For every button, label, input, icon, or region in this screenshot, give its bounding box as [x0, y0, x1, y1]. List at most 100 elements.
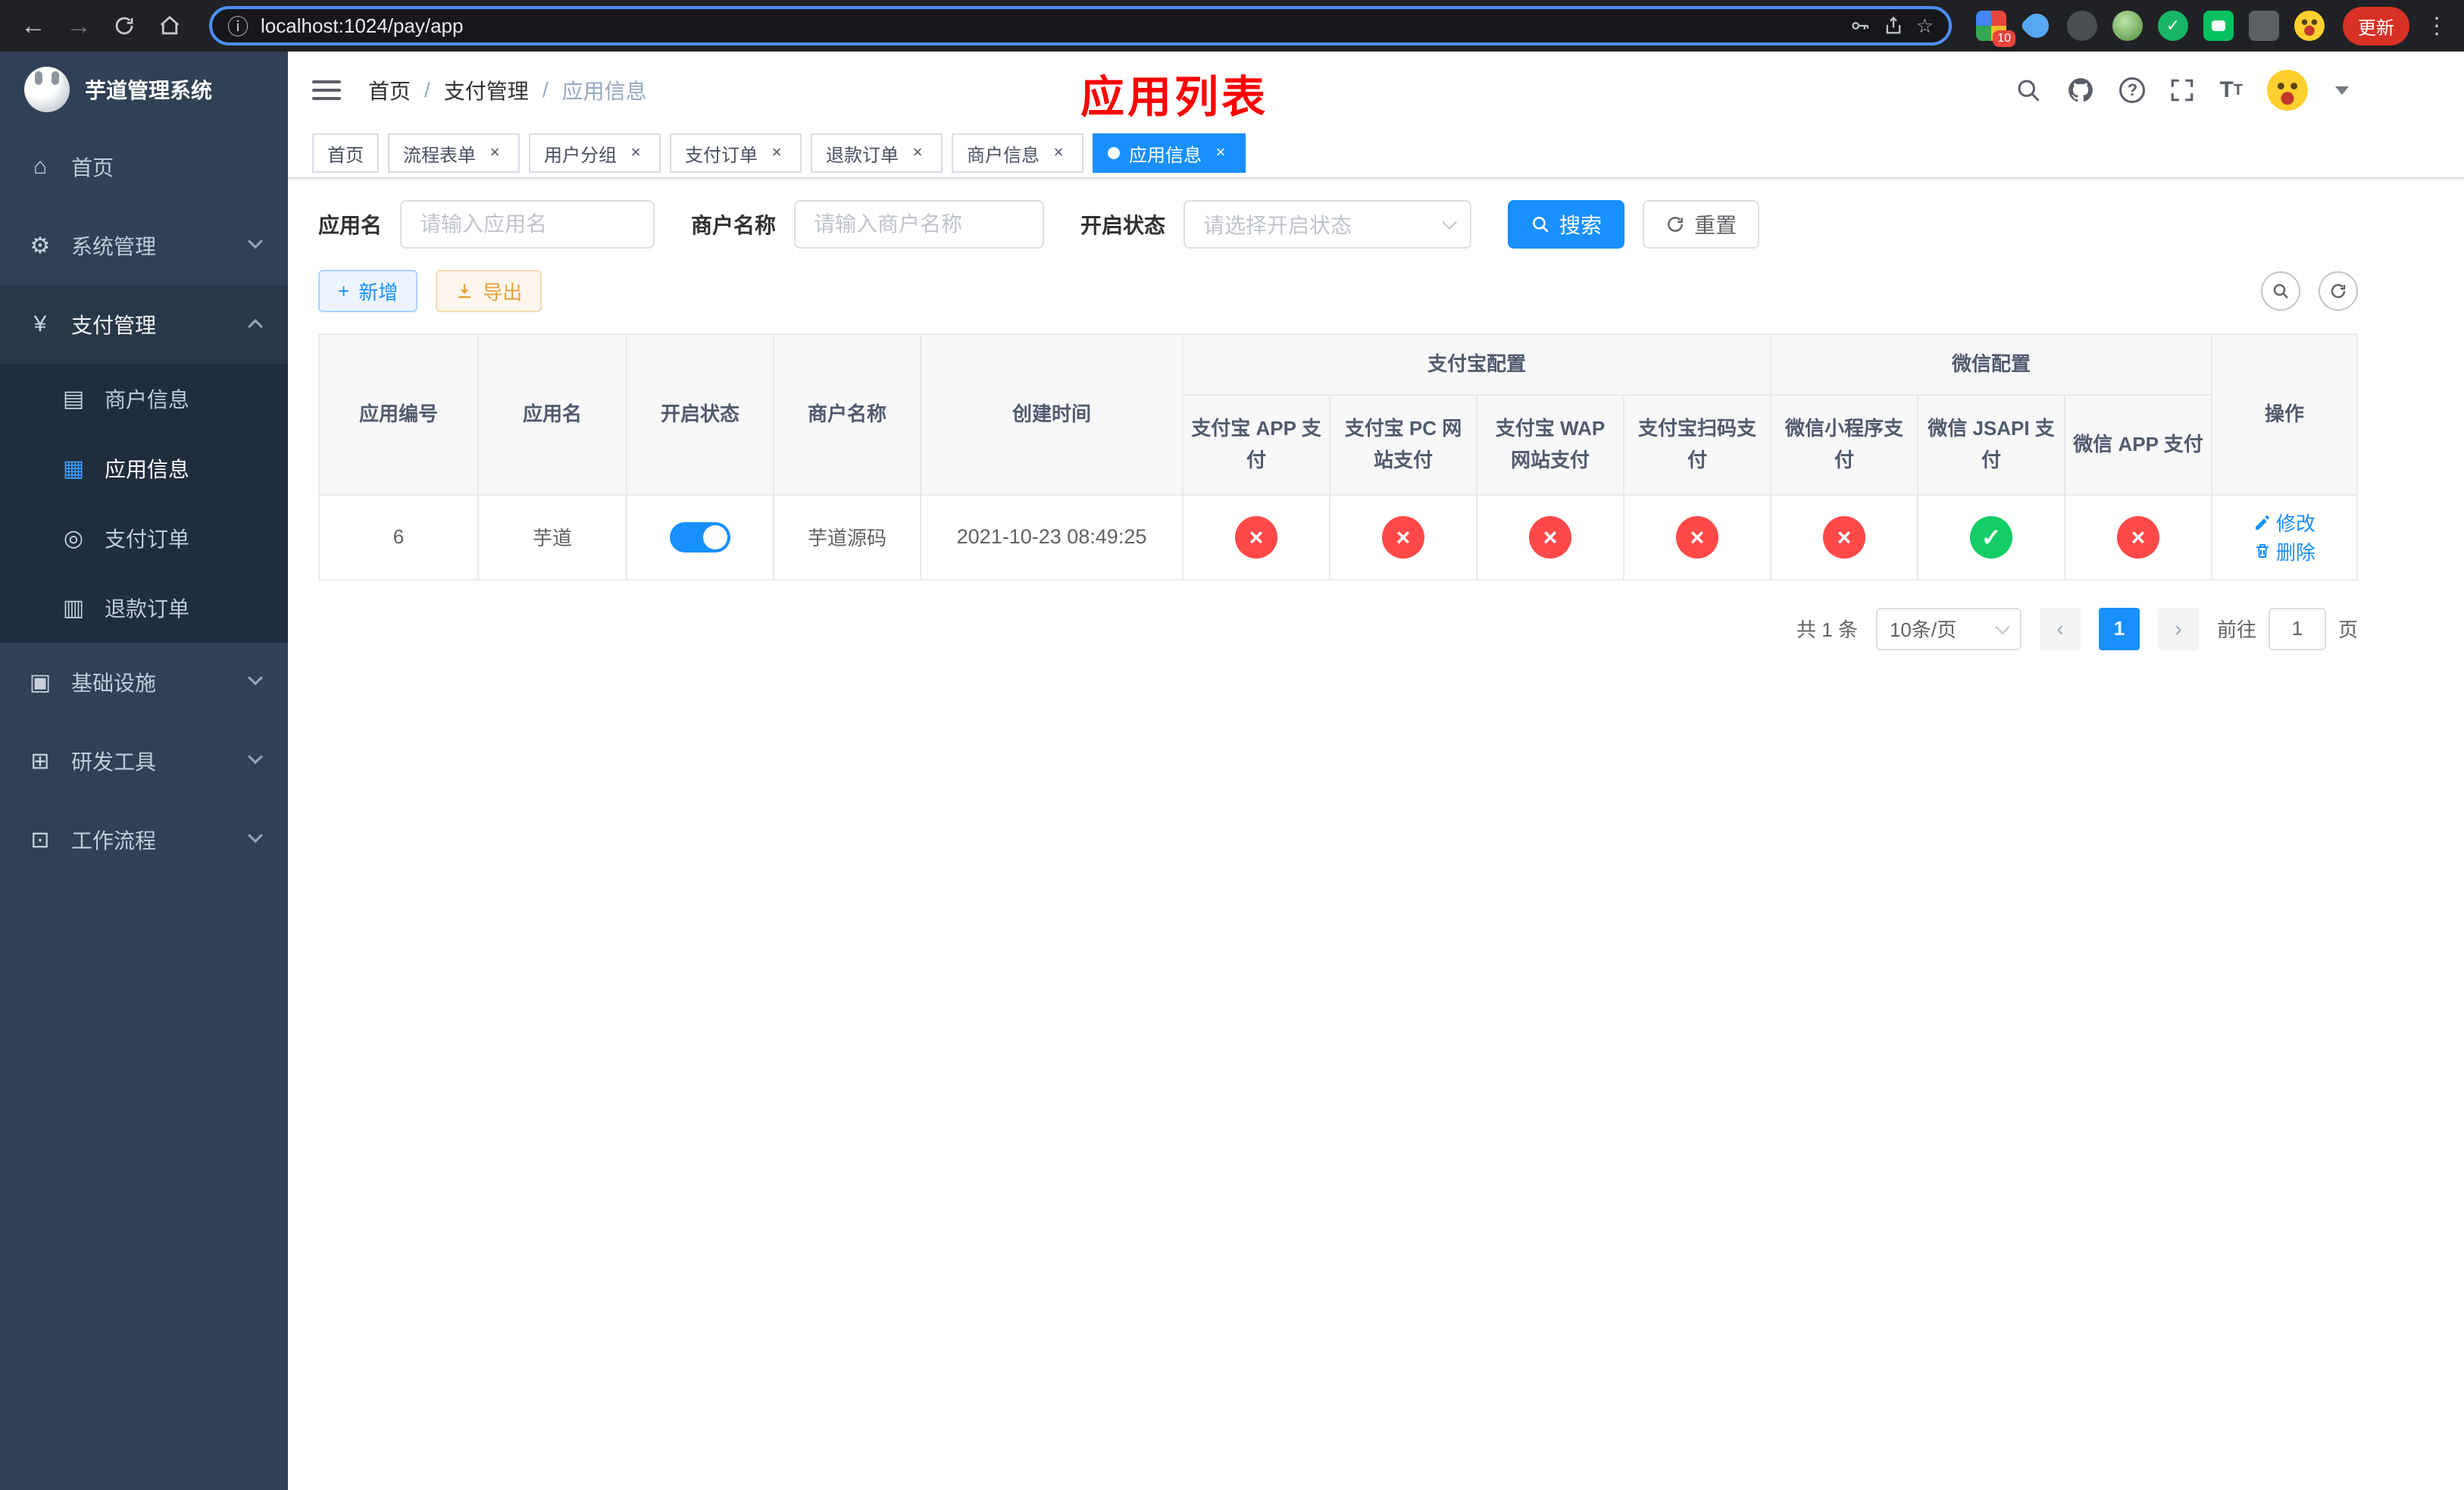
merchant-name-input[interactable] [794, 200, 1045, 249]
browser-menu-icon[interactable]: ⋮ [2422, 13, 2452, 39]
document-icon: ▥ [62, 595, 85, 621]
tab-refund-orders[interactable]: 退款订单 × [811, 133, 943, 173]
toggle-search-button[interactable] [2261, 271, 2300, 311]
sidebar-item-pay-orders[interactable]: ◎ 支付订单 [0, 503, 288, 573]
help-icon[interactable]: ? [2119, 77, 2146, 103]
extension-emoji-icon[interactable] [2294, 11, 2325, 41]
tab-pay-orders[interactable]: 支付订单 × [670, 133, 802, 173]
col-status: 开启状态 [626, 333, 774, 496]
user-avatar[interactable] [2267, 70, 2308, 111]
browser-home-icon[interactable] [149, 5, 191, 47]
filter-form: 应用名 商户名称 开启状态 请选择开启状态 搜索 [318, 200, 2358, 249]
col-app-name: 应用名 [477, 333, 627, 496]
cross-circle-icon: × [1529, 515, 1571, 559]
sidebar-item-payment[interactable]: ¥ 支付管理 [0, 285, 288, 364]
chevron-down-icon [1995, 618, 2010, 634]
tab-process-form[interactable]: 流程表单 × [388, 133, 520, 173]
target-icon: ◎ [63, 525, 84, 551]
breadcrumb-current: 应用信息 [561, 80, 647, 103]
monitor-icon: ▣ [29, 669, 52, 695]
search-button[interactable]: 搜索 [1508, 200, 1625, 249]
browser-forward-icon[interactable]: → [58, 5, 100, 47]
breadcrumb-payment[interactable]: 支付管理 [444, 75, 529, 105]
browser-refresh-icon[interactable] [103, 5, 145, 47]
plus-icon: + [338, 279, 350, 302]
app-name-input[interactable] [400, 200, 655, 249]
close-icon[interactable]: × [485, 143, 505, 163]
logo-title: 芋道管理系统 [85, 79, 213, 102]
sidebar-item-infra[interactable]: ▣ 基础设施 [0, 643, 288, 722]
close-icon[interactable]: × [908, 143, 927, 163]
close-icon[interactable]: × [767, 143, 786, 163]
app-table: 应用编号 应用名 开启状态 商户名称 创建时间 支付宝配置 微信配置 操作 支付… [318, 333, 2358, 581]
cell-app-id: 6 [318, 493, 479, 581]
add-button[interactable]: + 新增 [318, 270, 418, 312]
extension-dark-icon[interactable] [2067, 11, 2097, 41]
extension-chat-icon[interactable] [2203, 11, 2234, 41]
sidebar-item-refund-orders[interactable]: ▥ 退款订单 [0, 573, 288, 643]
bookmark-star-icon[interactable]: ☆ [1916, 14, 1934, 38]
share-icon[interactable] [1883, 15, 1904, 36]
extension-drop-icon[interactable] [2019, 8, 2054, 43]
avatar-caret-icon[interactable] [2335, 86, 2349, 95]
sidebar-item-workflow[interactable]: ⊡ 工作流程 [0, 800, 288, 879]
toolbox-icon: ⊞ [30, 748, 50, 774]
sidebar-item-home[interactable]: ⌂ 首页 [0, 127, 288, 206]
goto-page-input[interactable] [2268, 607, 2326, 650]
cell-app-name: 芋道 [477, 493, 627, 581]
chevron-down-icon [248, 670, 263, 686]
page-title: 应用列表 [1080, 73, 1269, 122]
breadcrumb-home[interactable]: 首页 [368, 75, 411, 105]
sidebar-item-devtools[interactable]: ⊞ 研发工具 [0, 722, 288, 800]
browser-update-button[interactable]: 更新 [2343, 6, 2409, 45]
fullscreen-icon[interactable] [2169, 77, 2195, 103]
app-logo: 芋道管理系统 [0, 52, 288, 127]
tab-user-group[interactable]: 用户分组 × [529, 133, 661, 173]
extension-puzzle-icon[interactable] [2249, 11, 2279, 41]
extension-green-circle-icon[interactable]: ✓ [2158, 11, 2188, 41]
address-bar[interactable]: ⓘ localhost:1024/pay/app ☆ [209, 6, 1952, 45]
col-actions: 操作 [2211, 333, 2358, 496]
github-icon[interactable] [2066, 76, 2095, 105]
status-select[interactable]: 请选择开启状态 [1184, 200, 1472, 249]
sidebar-item-merchant-info[interactable]: ▤ 商户信息 [0, 364, 288, 434]
next-page-button[interactable]: › [2157, 607, 2199, 650]
browser-back-icon[interactable]: ← [12, 5, 55, 47]
url-text[interactable]: localhost:1024/pay/app [261, 14, 1837, 38]
delete-button[interactable]: 删除 [2253, 537, 2315, 565]
tab-app-info[interactable]: 应用信息 × [1093, 133, 1246, 173]
total-count: 共 1 条 [1796, 618, 1858, 642]
extension-colorful-icon[interactable]: 10 [1976, 11, 2015, 47]
tab-merchant-info[interactable]: 商户信息 × [952, 133, 1083, 173]
collapse-menu-icon[interactable] [312, 80, 341, 100]
cell-created: 2021-10-23 08:49:25 [920, 493, 1184, 581]
extension-avatar-icon[interactable] [2112, 11, 2143, 41]
page-1-button[interactable]: 1 [2098, 607, 2140, 650]
page-size-select[interactable]: 10条/页 [1875, 607, 2022, 650]
close-icon[interactable]: × [626, 143, 646, 163]
logo-avatar [24, 67, 70, 112]
search-icon[interactable] [2015, 77, 2042, 104]
export-button[interactable]: 导出 [436, 270, 543, 312]
status-label: 开启状态 [1080, 214, 1166, 237]
refresh-table-button[interactable] [2319, 271, 2358, 311]
box-icon: ⊡ [30, 827, 50, 853]
close-icon[interactable]: × [1049, 143, 1068, 163]
cell-merchant: 芋道源码 [773, 493, 921, 581]
table-toolbar: + 新增 导出 [318, 270, 2358, 312]
chevron-down-icon [1442, 214, 1457, 230]
reset-button[interactable]: 重置 [1643, 200, 1760, 249]
tab-home[interactable]: 首页 [312, 133, 379, 173]
col-alipay-qr: 支付宝扫码支付 [1622, 393, 1772, 496]
payment-submenu: ▤ 商户信息 ▦ 应用信息 ◎ 支付订单 ▥ 退款订单 [0, 364, 288, 643]
font-size-icon[interactable]: TT [2219, 77, 2243, 103]
close-icon[interactable]: × [1211, 143, 1230, 163]
enable-switch[interactable] [670, 521, 730, 552]
col-alipay-pc: 支付宝 PC 网站支付 [1329, 393, 1477, 496]
prev-page-button[interactable]: ‹ [2039, 607, 2081, 650]
site-info-icon[interactable]: ⓘ [227, 11, 249, 41]
password-key-icon[interactable] [1850, 15, 1871, 36]
sidebar-item-system[interactable]: ⚙ 系统管理 [0, 206, 288, 285]
sidebar-item-app-info[interactable]: ▦ 应用信息 [0, 434, 288, 503]
edit-button[interactable]: 修改 [2253, 509, 2315, 537]
